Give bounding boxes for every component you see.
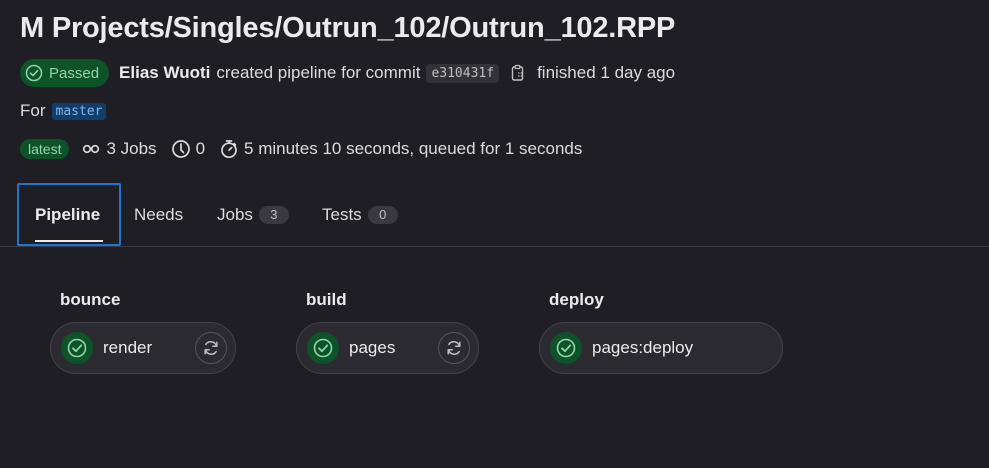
status-label: Passed [49, 64, 100, 82]
author-link[interactable]: Elias Wuoti [119, 63, 210, 83]
branch-link[interactable]: master [51, 102, 107, 120]
pipeline-tabs: Pipeline Needs Jobs 3 Tests 0 [0, 183, 989, 247]
tab-jobs-label: Jobs [217, 204, 253, 224]
pipeline-icon [83, 144, 100, 154]
tab-needs[interactable]: Needs [134, 183, 183, 246]
stage-title-build: build [306, 290, 347, 309]
check-circle-icon [556, 338, 576, 358]
warnings-count: 0 [195, 139, 206, 158]
finished-text: finished 1 day ago [537, 63, 676, 82]
job-pages-deploy[interactable]: pages:deploy [539, 322, 783, 374]
status-badge[interactable]: Passed [20, 59, 110, 87]
pipeline-stats: latest 3 Jobs 0 5 minutes 10 seconds, qu… [20, 137, 590, 161]
stage-title-deploy: deploy [549, 290, 604, 309]
for-label: For [20, 101, 46, 120]
branch-row: For master [20, 101, 107, 121]
stopwatch-icon [221, 140, 237, 159]
jobs-count: 3 Jobs [106, 139, 157, 158]
job-pages[interactable]: pages [296, 322, 479, 374]
check-circle-icon [25, 64, 43, 82]
pipeline-meta: Passed Elias Wuoti created pipeline for … [20, 58, 675, 88]
tab-jobs[interactable]: Jobs 3 [217, 183, 289, 246]
timer-alert-icon [171, 140, 190, 158]
retry-button[interactable] [195, 332, 227, 364]
stage-title-bounce: bounce [60, 290, 121, 309]
tab-tests-label: Tests [322, 204, 362, 224]
retry-icon [204, 341, 218, 355]
latest-badge: latest [20, 139, 70, 159]
check-circle-icon [67, 338, 87, 358]
commit-sha-link[interactable]: e310431f [426, 63, 500, 83]
jobs-stat: 3 Jobs [81, 139, 157, 159]
created-text: created pipeline for commit [216, 63, 421, 82]
job-name: render [103, 338, 153, 357]
job-render[interactable]: render [50, 322, 236, 374]
page-title: M Projects/Singles/Outrun_102/Outrun_102… [20, 12, 676, 44]
duration-stat: 5 minutes 10 seconds, queued for 1 secon… [219, 139, 582, 159]
warnings-stat: 0 [171, 139, 205, 159]
job-name: pages:deploy [592, 338, 694, 357]
pipeline-page: M Projects/Singles/Outrun_102/Outrun_102… [0, 0, 989, 468]
job-name: pages [349, 338, 396, 357]
job-status-success[interactable] [550, 332, 582, 364]
duration-text: 5 minutes 10 seconds, queued for 1 secon… [244, 139, 583, 158]
clipboard-icon[interactable] [509, 64, 527, 82]
retry-button[interactable] [438, 332, 470, 364]
tab-pipeline[interactable]: Pipeline [17, 183, 121, 246]
retry-icon [447, 341, 461, 355]
job-status-success[interactable] [307, 332, 339, 364]
tab-pipeline-label: Pipeline [35, 204, 101, 224]
tests-count-badge: 0 [367, 205, 398, 224]
check-circle-icon [313, 338, 333, 358]
job-status-success[interactable] [61, 332, 93, 364]
tab-tests[interactable]: Tests 0 [322, 183, 398, 246]
jobs-count-badge: 3 [258, 205, 289, 224]
tab-needs-label: Needs [134, 204, 184, 224]
